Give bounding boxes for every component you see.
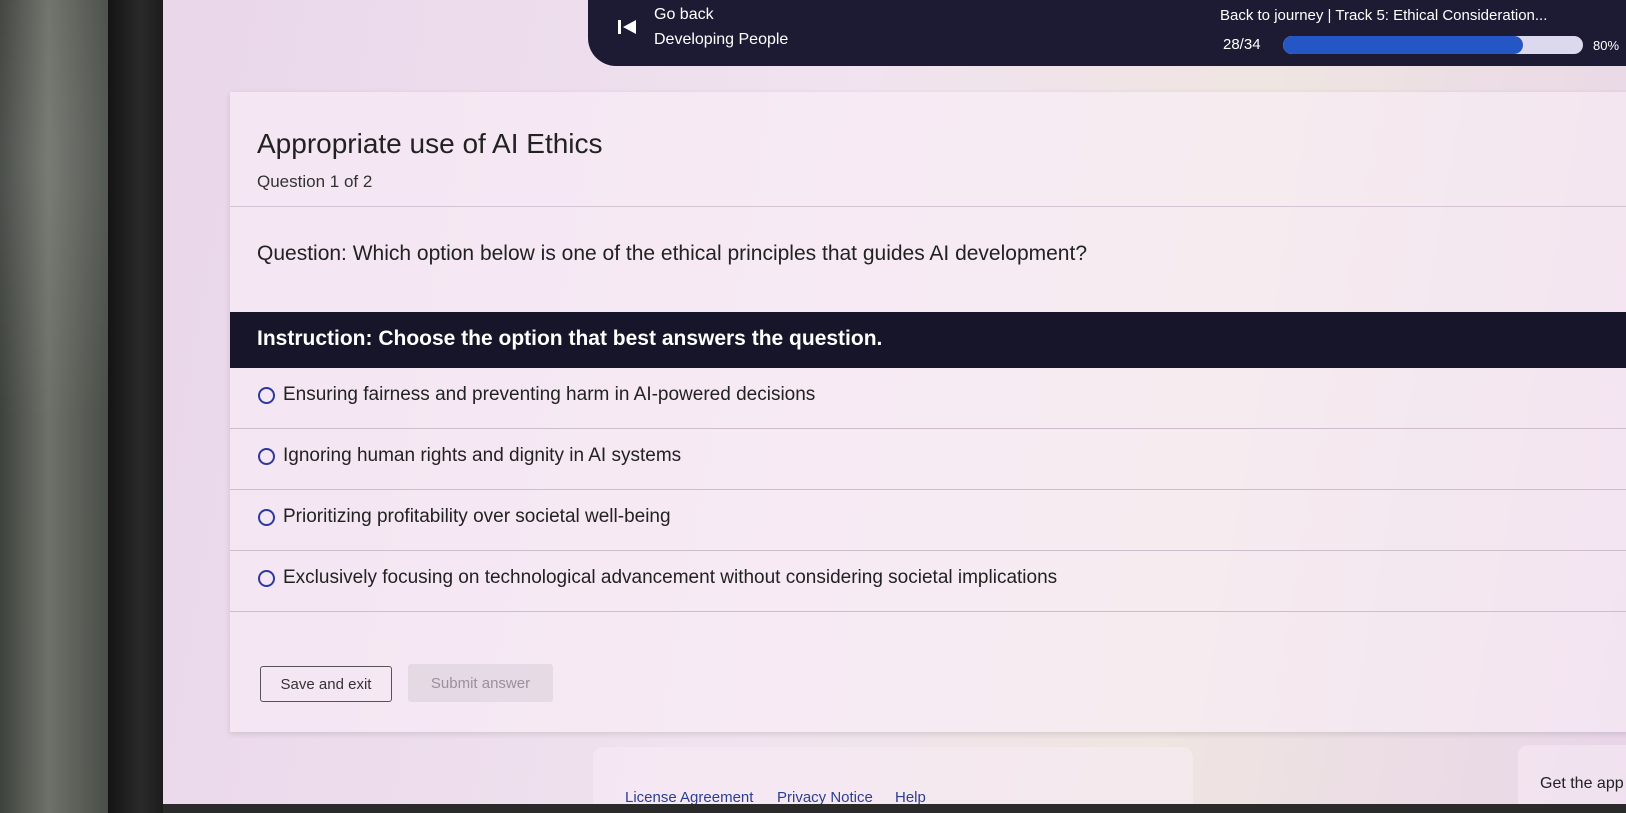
answer-option[interactable]: Exclusively focusing on technological ad… <box>230 551 1626 612</box>
save-and-exit-button[interactable]: Save and exit <box>260 666 392 702</box>
background-wall <box>0 0 108 813</box>
get-the-app-panel[interactable]: Get the app <box>1518 745 1626 813</box>
radio-button[interactable] <box>258 509 275 526</box>
instruction-banner: Instruction: Choose the option that best… <box>230 312 1626 368</box>
top-navigation-bar: Go back Developing People Back to journe… <box>588 0 1626 66</box>
get-the-app-link[interactable]: Get the app <box>1540 775 1624 793</box>
question-number: Question 1 of 2 <box>257 172 373 191</box>
divider <box>230 206 1626 207</box>
quiz-title: Appropriate use of AI Ethics <box>257 128 603 159</box>
progress-bar-fill <box>1283 36 1523 54</box>
progress-percent: 80% <box>1593 38 1620 53</box>
radio-button[interactable] <box>258 448 275 465</box>
answer-option[interactable]: Prioritizing profitability over societal… <box>230 490 1626 551</box>
question-text: Question: Which option below is one of t… <box>257 242 1088 265</box>
course-title: Developing People <box>654 31 789 48</box>
answer-option[interactable]: Ignoring human rights and dignity in AI … <box>230 429 1626 490</box>
back-to-journey-link[interactable]: Back to journey | Track 5: Ethical Consi… <box>1220 7 1547 24</box>
skip-back-icon[interactable] <box>618 17 638 37</box>
instruction-text: Instruction: Choose the option that best… <box>257 327 883 350</box>
monitor-bottom-bezel <box>163 804 1626 813</box>
answer-option-label: Prioritizing profitability over societal… <box>283 506 671 527</box>
answer-option-label: Ignoring human rights and dignity in AI … <box>283 445 682 466</box>
progress-bar <box>1283 36 1583 54</box>
quiz-card: Appropriate use of AI Ethics Question 1 … <box>230 92 1626 732</box>
app-screen: Go back Developing People Back to journe… <box>163 0 1626 813</box>
radio-button[interactable] <box>258 570 275 587</box>
radio-button[interactable] <box>258 387 275 404</box>
go-back-link[interactable]: Go back <box>654 6 714 24</box>
submit-answer-button[interactable]: Submit answer <box>408 664 553 702</box>
answer-option-label: Exclusively focusing on technological ad… <box>283 567 1058 588</box>
answer-option-label: Ensuring fairness and preventing harm in… <box>283 384 816 405</box>
answer-option[interactable]: Ensuring fairness and preventing harm in… <box>230 368 1626 429</box>
progress-count: 28/34 <box>1223 36 1261 53</box>
monitor-bezel <box>108 0 163 813</box>
